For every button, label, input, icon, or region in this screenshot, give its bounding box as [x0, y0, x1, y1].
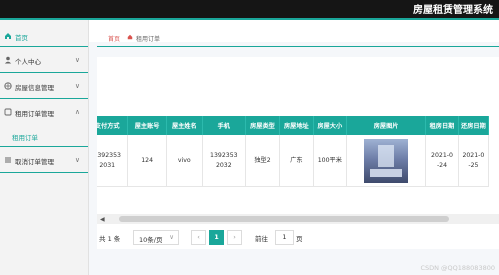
- horizontal-scrollbar[interactable]: ◀: [97, 214, 499, 224]
- cell-return-date: 2021-0 -25: [458, 135, 490, 187]
- sidebar: 首页 个人中心 ∨ 房屋信息管理 ∨ 租用订单管理 ∧ 租用订单 取消订单管理 …: [0, 20, 89, 275]
- house-photo[interactable]: [364, 138, 409, 183]
- sidebar-subitem-rent-order[interactable]: 租用订单: [12, 132, 38, 142]
- scroll-left-icon[interactable]: ◀: [100, 216, 105, 223]
- page-size-select[interactable]: 10条/页 ∨: [133, 230, 179, 245]
- breadcrumb-home[interactable]: 首页: [108, 34, 120, 43]
- list-icon: [5, 157, 11, 163]
- sidebar-item-label: 房屋信息管理: [15, 84, 54, 92]
- sidebar-divider: [0, 46, 88, 47]
- sidebar-divider: [0, 146, 88, 147]
- sidebar-item-home[interactable]: 首页: [0, 24, 88, 48]
- sidebar-item-label: 首页: [15, 34, 28, 42]
- order-table-container: 支付方式 屋主账号 屋主姓名 手机 房屋类型 房屋地址 房屋大小 房屋图片 租房…: [97, 116, 499, 202]
- sidebar-divider: [0, 72, 88, 73]
- chevron-down-icon: ∨: [74, 156, 80, 164]
- column-header: 屋主账号: [127, 116, 167, 135]
- sidebar-item-label: 租用订单管理: [15, 110, 54, 118]
- column-header: 手机: [202, 116, 246, 135]
- page-unit-label: 页: [296, 235, 303, 243]
- cell-house-type: 独型2: [245, 135, 281, 187]
- page-number-current[interactable]: 1: [209, 230, 224, 245]
- app-title: 房屋租赁管理系统: [413, 5, 493, 16]
- goto-page-input[interactable]: 1: [275, 230, 294, 245]
- breadcrumb-underline: [97, 46, 499, 47]
- scrollbar-thumb[interactable]: [119, 216, 449, 222]
- column-header: 还房日期: [458, 116, 490, 135]
- column-header: 支付方式: [97, 116, 129, 135]
- goto-label: 前往: [255, 235, 268, 243]
- chevron-down-icon: ∨: [74, 82, 80, 90]
- column-header: 房屋大小: [313, 116, 348, 135]
- total-count: 共 1 条: [99, 235, 121, 243]
- sidebar-item-label: 个人中心: [15, 58, 41, 66]
- watermark: CSDN @QQ188083800: [420, 264, 495, 272]
- home-icon: [127, 34, 133, 40]
- sidebar-divider: [0, 172, 88, 173]
- order-table: 支付方式 屋主账号 屋主姓名 手机 房屋类型 房屋地址 房屋大小 房屋图片 租房…: [97, 116, 490, 187]
- cell-pay-method: 1392353 2031: [97, 135, 129, 187]
- top-bar: 房屋租赁管理系统: [0, 0, 499, 20]
- column-header: 房屋类型: [245, 116, 281, 135]
- globe-icon: [4, 82, 12, 90]
- cell-phone: 1392353 2032: [202, 135, 246, 187]
- order-icon: [4, 108, 12, 116]
- column-header: 房屋地址: [279, 116, 314, 135]
- breadcrumb: 首页 租用订单: [89, 20, 499, 43]
- cell-house-size: 100平米: [313, 135, 348, 187]
- column-header: 屋主姓名: [166, 116, 203, 135]
- breadcrumb-current: 租用订单: [136, 36, 161, 43]
- page-size-value: 10条/页: [139, 236, 163, 244]
- sidebar-item-cancel-orders[interactable]: 取消订单管理 ∨: [0, 148, 88, 172]
- cell-house-address: 广东: [279, 135, 314, 187]
- sidebar-item-house-info[interactable]: 房屋信息管理 ∨: [0, 74, 88, 98]
- column-header: 房屋图片: [346, 116, 427, 135]
- next-page-button[interactable]: ›: [227, 230, 242, 245]
- table-header-row: 支付方式 屋主账号 屋主姓名 手机 房屋类型 房屋地址 房屋大小 房屋图片 租房…: [97, 116, 490, 135]
- cell-owner-account: 124: [127, 135, 167, 187]
- chevron-down-icon: ∨: [169, 233, 174, 241]
- cell-rent-date: 2021-0 -24: [425, 135, 459, 187]
- chevron-up-icon: ∧: [74, 108, 80, 116]
- user-icon: [4, 56, 12, 64]
- sidebar-item-profile[interactable]: 个人中心 ∨: [0, 48, 88, 72]
- prev-page-button[interactable]: ‹: [191, 230, 206, 245]
- table-row[interactable]: 1392353 2031 124 vivo 1392353 2032 独型2 广…: [97, 135, 490, 187]
- cell-owner-name: vivo: [166, 135, 203, 187]
- cell-house-image: [346, 135, 427, 187]
- chevron-down-icon: ∨: [74, 56, 80, 64]
- column-header: 租房日期: [425, 116, 459, 135]
- sidebar-divider: [0, 98, 88, 99]
- home-icon: [5, 33, 11, 39]
- main-content: 首页 租用订单 支付方式 屋主账号 屋主姓名 手机 房屋类型 房屋地址 房屋大小…: [89, 20, 499, 275]
- pagination: 共 1 条 10条/页 ∨ ‹ 1 › 前往 1 页: [97, 230, 499, 246]
- sidebar-item-rent-orders[interactable]: 租用订单管理 ∧: [0, 100, 88, 124]
- sidebar-item-label: 取消订单管理: [15, 158, 54, 166]
